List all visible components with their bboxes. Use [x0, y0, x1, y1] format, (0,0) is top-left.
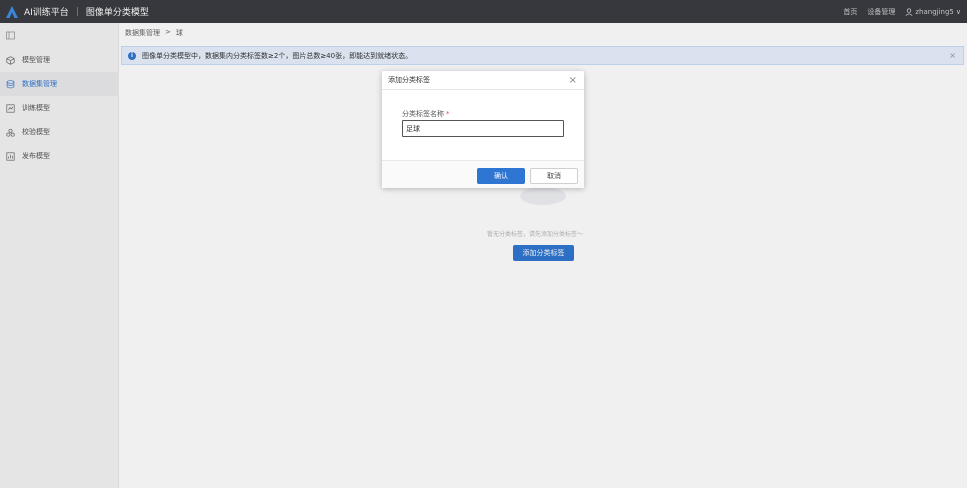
cancel-button[interactable]: 取消 [530, 168, 578, 184]
dialog-title: 添加分类标签 [388, 76, 430, 84]
dialog-footer: 确认 取消 [382, 160, 584, 188]
field-label-text: 分类标签名称 [402, 110, 444, 118]
dialog-header: 添加分类标签 [382, 71, 584, 90]
add-label-dialog: 添加分类标签 × 分类标签名称* 确认 取消 [382, 71, 584, 188]
label-name-input[interactable] [402, 120, 564, 137]
close-icon[interactable]: × [569, 75, 577, 86]
label-name-field-label: 分类标签名称 * [402, 109, 450, 119]
required-mark: * [446, 110, 450, 118]
confirm-button[interactable]: 确认 [477, 168, 525, 184]
